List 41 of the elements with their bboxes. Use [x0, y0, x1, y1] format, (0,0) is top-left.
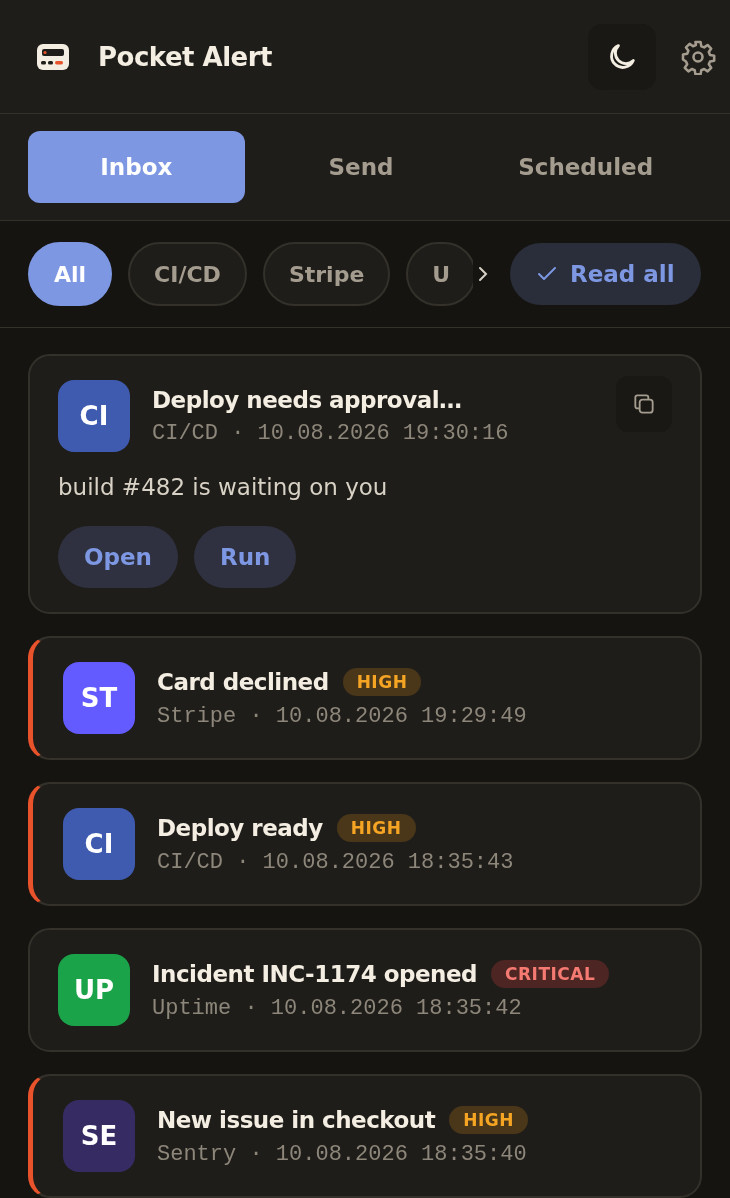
- notification-title: Deploy needs approval…: [152, 386, 462, 413]
- source-avatar: ST: [63, 662, 135, 734]
- source-avatar: UP: [58, 954, 130, 1026]
- source-and-time: Sentry · 10.08.2026 18:35:40: [157, 1141, 528, 1167]
- notification-card[interactable]: SE New issue in checkout HIGH Sentry · 10.08.2026 18:35:40: [28, 1074, 702, 1198]
- pager-icon: [36, 42, 70, 71]
- source-avatar: CI: [58, 380, 130, 452]
- source-avatar: CI: [63, 808, 135, 880]
- filter-chip[interactable]: CI/CD: [128, 242, 247, 306]
- tab[interactable]: Scheduled: [477, 131, 694, 203]
- source-and-time: Uptime · 10.08.2026 18:35:42: [152, 995, 523, 1021]
- priority-badge: HIGH: [336, 813, 416, 842]
- copy-icon: [631, 391, 657, 417]
- source-and-time: CI/CD · 10.08.2026 19:30:16: [152, 420, 510, 446]
- notification-card[interactable]: CI Deploy ready HIGH CI/CD · 10.08.2026 18:35:43: [28, 782, 702, 906]
- notification-card[interactable]: CI Deploy needs approval… CI/CD · 10.08.2026 19:30:16 build #482 is waiting on you Open Run: [28, 354, 702, 614]
- settings-icon[interactable]: [680, 38, 716, 75]
- source-and-time: CI/CD · 10.08.2026 18:35:43: [157, 849, 515, 875]
- copy-button[interactable]: [616, 376, 672, 432]
- source-and-time: Stripe · 10.08.2026 19:29:49: [157, 703, 528, 729]
- notification-title: Deploy ready: [157, 814, 323, 841]
- notification-body: build #482 is waiting on you: [58, 474, 389, 500]
- tab[interactable]: Send: [252, 131, 470, 203]
- app-title: Pocket Alert: [98, 41, 273, 72]
- chevron-right-icon[interactable]: [478, 266, 488, 282]
- notification-card[interactable]: UP Incident INC-1174 opened CRITICAL Uptime · 10.08.2026 18:35:42: [28, 928, 702, 1052]
- action-button[interactable]: Run: [194, 526, 297, 588]
- notification-title: New issue in checkout: [157, 1106, 436, 1133]
- filter-chip[interactable]: U: [406, 242, 473, 306]
- action-button[interactable]: Open: [58, 526, 178, 588]
- notification-title: Card declined: [157, 668, 329, 695]
- priority-badge: HIGH: [449, 1105, 528, 1134]
- filter-chip[interactable]: Stripe: [262, 242, 391, 306]
- notification-title: Incident INC-1174 opened: [152, 960, 477, 987]
- priority-badge: HIGH: [342, 667, 422, 696]
- dark-mode-button[interactable]: [588, 23, 656, 90]
- read-all-button[interactable]: Read all: [510, 243, 701, 305]
- check-icon: [536, 266, 558, 282]
- priority-badge: CRITICAL: [491, 959, 610, 988]
- notification-card[interactable]: ST Card declined HIGH Stripe · 10.08.2026 19:29:49: [28, 636, 702, 760]
- source-avatar: SE: [63, 1100, 135, 1172]
